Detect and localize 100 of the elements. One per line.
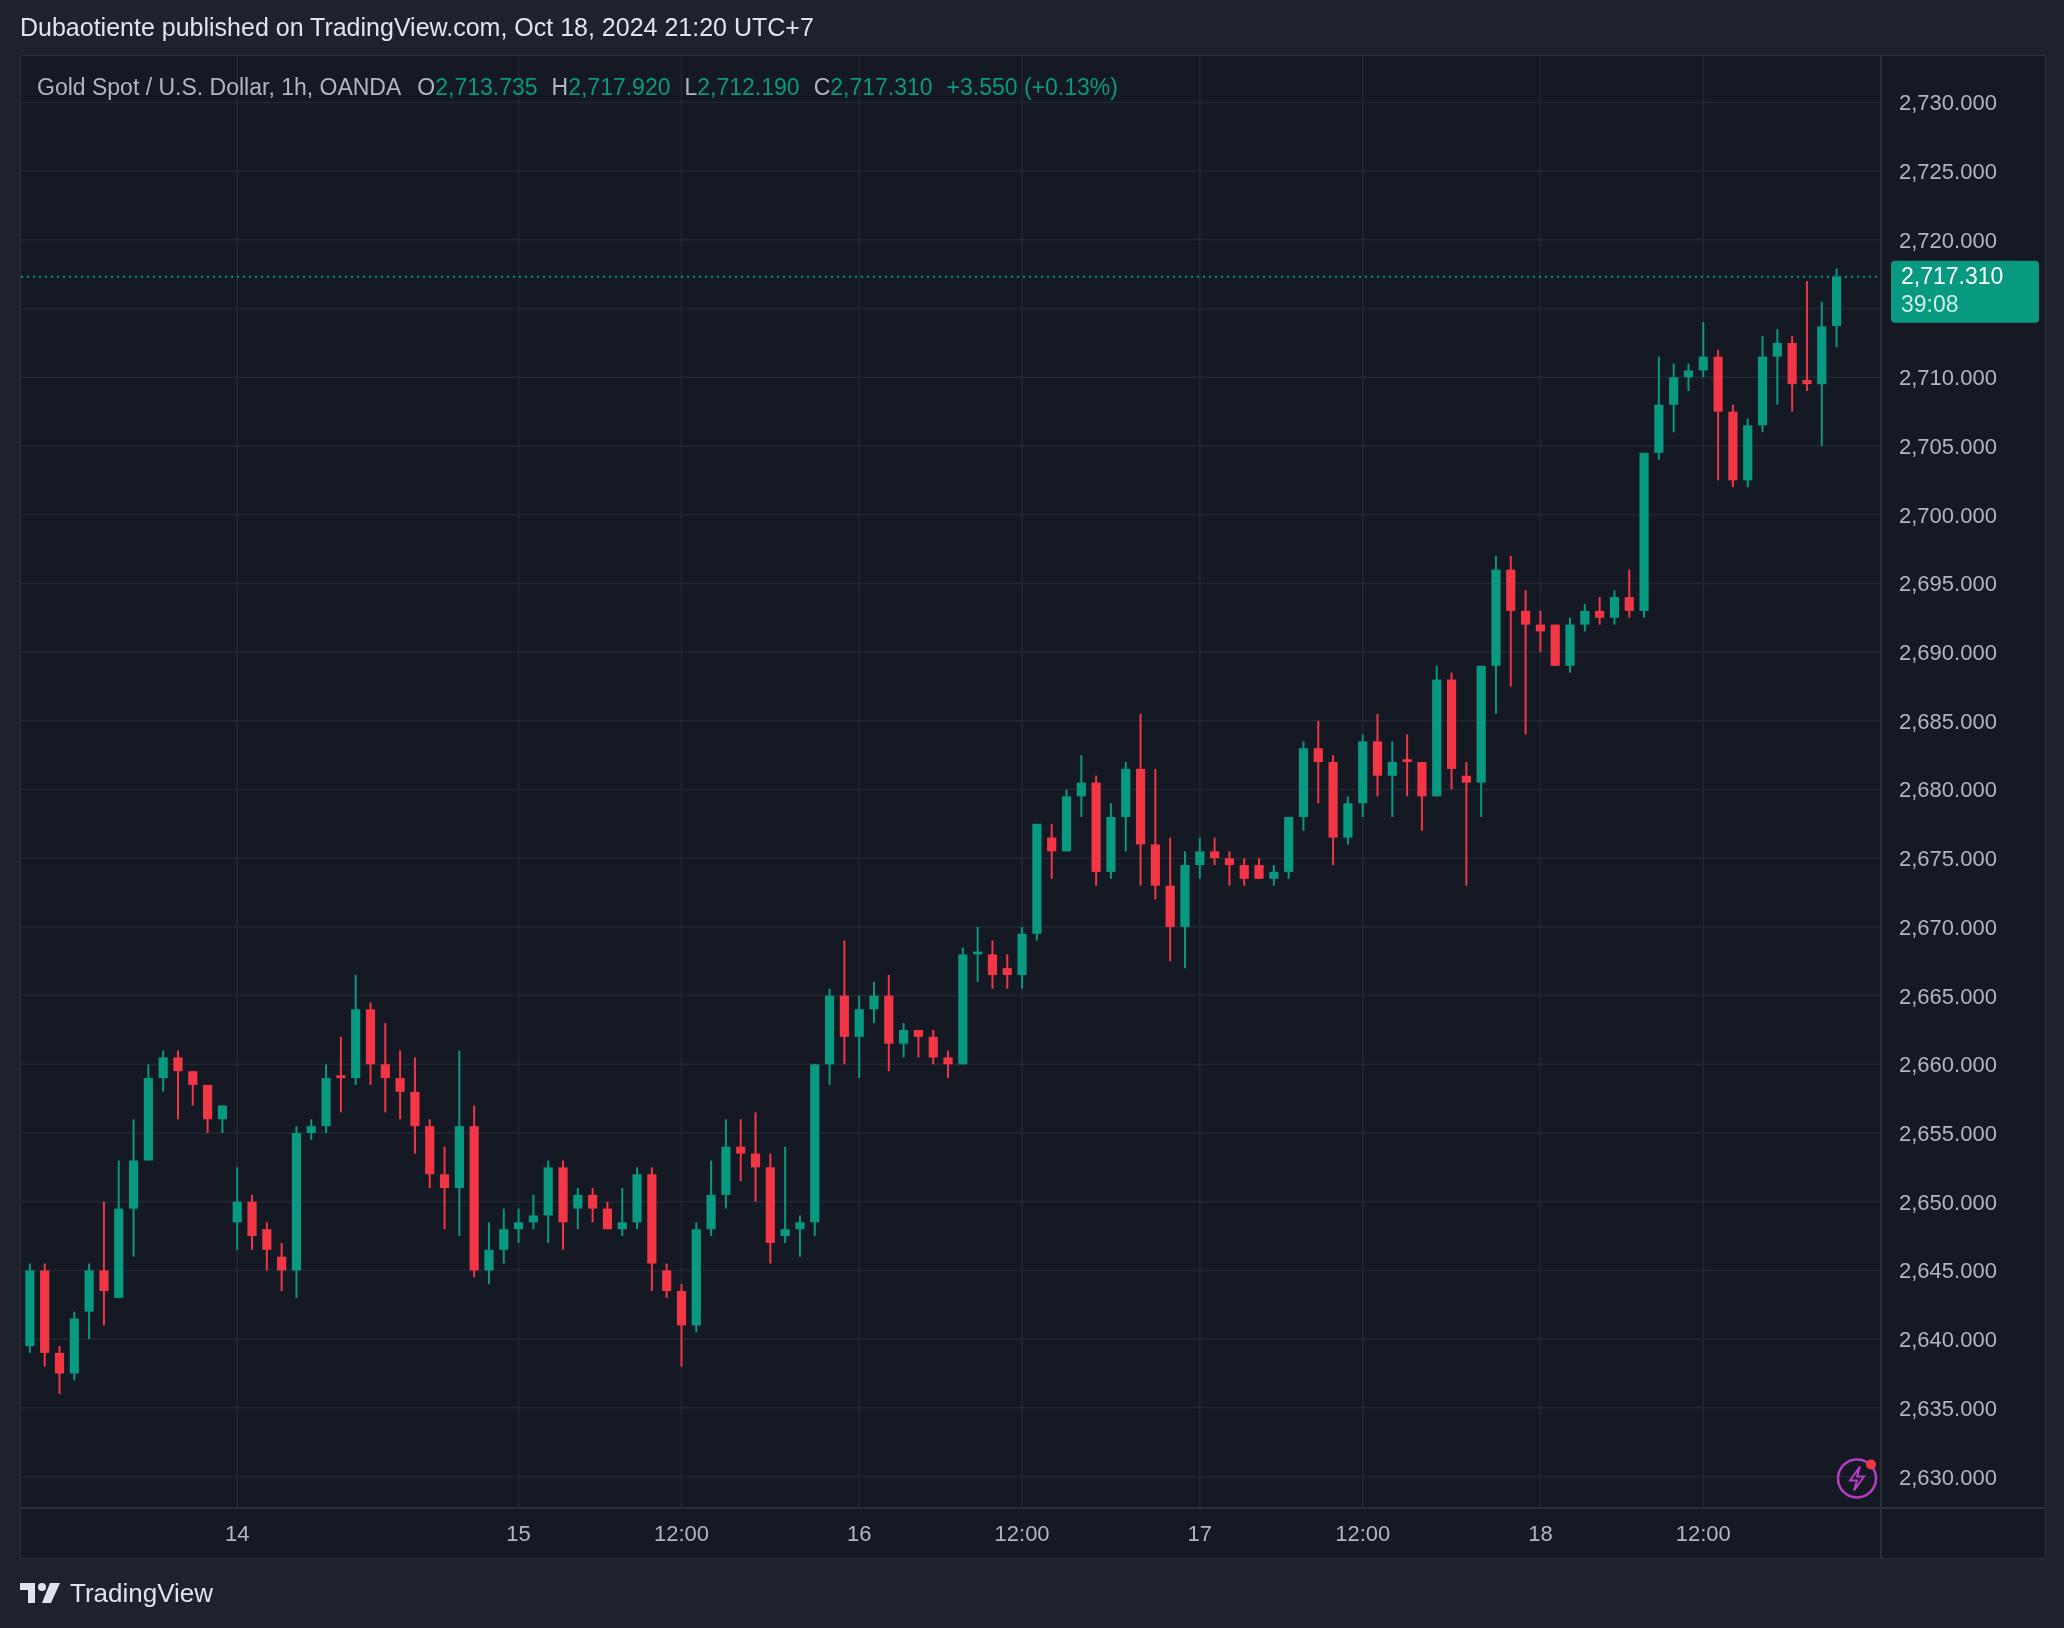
price-axis-label: 2,645.000 xyxy=(1899,1258,1997,1284)
price-axis-label: 2,640.000 xyxy=(1899,1327,1997,1353)
time-axis-label: 16 xyxy=(846,1521,872,1546)
candlestick xyxy=(1565,616,1575,674)
ohlc-value: 2,713.735 xyxy=(435,74,538,100)
price-axis-label: 2,650.000 xyxy=(1899,1189,1997,1215)
price-axis-label: 2,720.000 xyxy=(1899,227,1997,253)
bar-countdown: 39:08 xyxy=(1901,290,1959,317)
candlestick xyxy=(1284,815,1294,880)
candlestick xyxy=(1550,623,1560,667)
time-axis-label: 12:00 xyxy=(994,1521,1050,1546)
price-axis-label: 2,725.000 xyxy=(1899,159,1997,185)
candlestick xyxy=(1343,795,1353,846)
ohlc-label: O xyxy=(417,74,436,100)
candlestick xyxy=(1743,417,1753,489)
price-axis-label: 2,630.000 xyxy=(1899,1464,1997,1490)
candlestick xyxy=(1017,925,1027,990)
candlestick xyxy=(1698,321,1708,379)
candlestick xyxy=(1417,761,1427,832)
ohlc-value: 2,717.310 xyxy=(830,74,933,100)
price-axis-label: 2,730.000 xyxy=(1899,90,1997,116)
price-axis-label: 2,660.000 xyxy=(1899,1052,1997,1078)
symbol-title: Gold Spot / U.S. Dollar, 1h, OANDA xyxy=(37,74,402,101)
candlestick xyxy=(899,1022,909,1059)
candlestick xyxy=(499,1207,509,1265)
candlestick xyxy=(588,1186,598,1224)
candlestick xyxy=(484,1221,494,1286)
candlestick xyxy=(247,1193,257,1251)
ohlc-label: H xyxy=(551,74,569,100)
candlestick xyxy=(573,1186,583,1231)
lightning-icon[interactable] xyxy=(1836,1458,1878,1499)
time-axis-label: 17 xyxy=(1187,1521,1213,1546)
price-axis-label: 2,665.000 xyxy=(1899,983,1997,1009)
candlestick xyxy=(1210,836,1220,867)
price-axis-label: 2,635.000 xyxy=(1899,1395,1997,1421)
candlestick xyxy=(69,1310,79,1382)
candlestick xyxy=(973,925,983,983)
price-axis-label: 2,685.000 xyxy=(1899,708,1997,734)
candlestick xyxy=(662,1262,672,1299)
time-axis-label: 18 xyxy=(1528,1521,1553,1546)
candlestick xyxy=(1535,609,1545,654)
price-axis-label: 2,675.000 xyxy=(1899,846,1997,872)
candlestick xyxy=(54,1345,65,1396)
candlestick xyxy=(1195,836,1205,880)
candlestick xyxy=(928,1028,938,1066)
price-axis-label: 2,705.000 xyxy=(1899,433,1997,459)
price-axis-label: 2,710.000 xyxy=(1899,365,1997,391)
candlestick xyxy=(1580,603,1590,633)
candlestick xyxy=(1669,362,1679,434)
candlestick xyxy=(395,1049,405,1121)
candlestick xyxy=(425,1118,435,1189)
candlestick xyxy=(173,1049,183,1121)
candlestick xyxy=(217,1104,227,1134)
candlestick xyxy=(795,1214,805,1258)
candlestick xyxy=(306,1118,316,1141)
price-change: +3.550 (+0.13%) xyxy=(946,74,1118,101)
price-axis-label: 2,695.000 xyxy=(1899,571,1997,597)
ohlc-value: 2,712.190 xyxy=(697,74,800,100)
time-axis-label: 12:00 xyxy=(653,1521,709,1546)
candlestick xyxy=(632,1166,642,1231)
publish-info: Dubaotiente published on TradingView.com, Oct 18, 2024 21:20 UTC+7 xyxy=(20,13,814,42)
candlestick xyxy=(1239,857,1249,887)
price-axis-label: 2,670.000 xyxy=(1899,914,1997,940)
logo-icon xyxy=(20,1582,60,1605)
current-price: 2,717.310 xyxy=(1901,262,2004,289)
candlestick xyxy=(158,1049,168,1093)
candlestick xyxy=(262,1221,272,1272)
candlestick xyxy=(1609,589,1620,626)
candlestick xyxy=(602,1200,612,1231)
candlestick xyxy=(1002,953,1012,990)
candlestick xyxy=(1061,788,1072,853)
candlestick xyxy=(277,1241,287,1293)
candlestick xyxy=(321,1063,331,1134)
candlestick xyxy=(1595,596,1605,626)
price-axis-label: 2,690.000 xyxy=(1899,640,1997,666)
candlestick xyxy=(913,1028,923,1059)
candlestick xyxy=(188,1070,198,1107)
candlestick xyxy=(617,1186,627,1238)
brand-name: TradingView xyxy=(70,1578,214,1609)
candlestick xyxy=(1224,850,1234,887)
candlestick xyxy=(869,980,879,1025)
price-axis-label: 2,655.000 xyxy=(1899,1121,1997,1146)
candlestick xyxy=(1254,857,1264,880)
ohlc-value: 2,717.920 xyxy=(568,74,671,100)
ohlc-label: L xyxy=(684,74,698,100)
price-axis-label: 2,700.000 xyxy=(1899,502,1997,528)
candlestick xyxy=(1047,822,1057,880)
candlestick xyxy=(943,1049,953,1080)
price-axis-label: 2,680.000 xyxy=(1899,777,1997,803)
candlestick xyxy=(1269,864,1279,887)
candlestick xyxy=(1402,733,1412,798)
candlestick xyxy=(1076,754,1086,818)
time-axis-label: 15 xyxy=(506,1521,531,1546)
time-axis-label: 12:00 xyxy=(1335,1521,1391,1546)
candlestick xyxy=(736,1118,746,1183)
candlestick xyxy=(514,1207,524,1244)
candlestick xyxy=(1624,568,1634,619)
candlestick xyxy=(987,939,998,990)
time-axis-label: 14 xyxy=(224,1521,250,1546)
ohlc-label: C xyxy=(813,74,831,100)
